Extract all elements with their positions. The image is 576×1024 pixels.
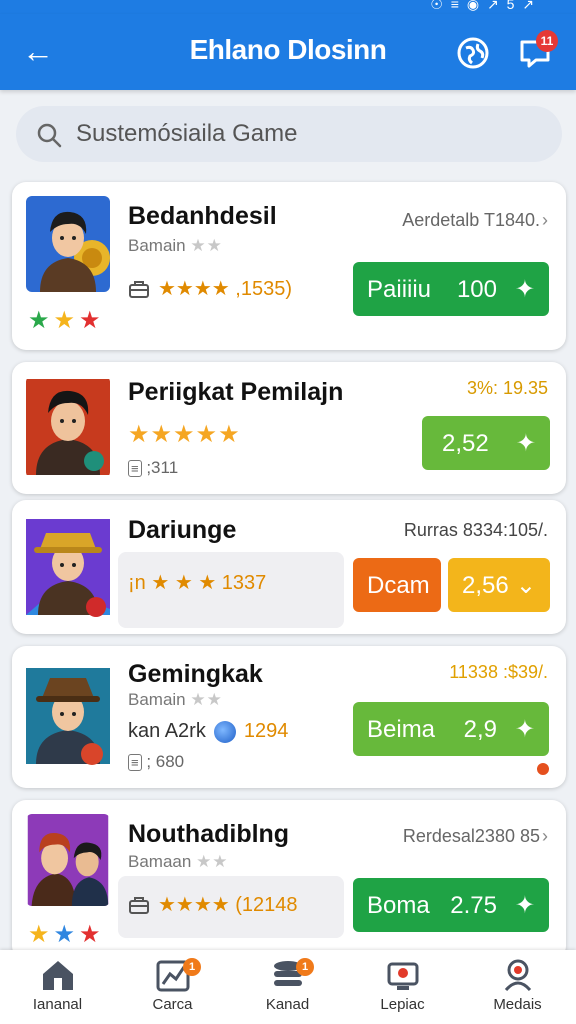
game-title: Bedanhdesil bbox=[128, 202, 277, 230]
game-card-1[interactable]: ★ ★ ★ Bedanhdesil Bamain ★★ Aerdetalb T184… bbox=[12, 182, 566, 350]
game-title: Dariunge bbox=[128, 516, 237, 544]
sparkle-icon: ✦ bbox=[514, 892, 535, 919]
search-icon bbox=[37, 123, 62, 148]
game-avatar-4 bbox=[26, 668, 110, 765]
game-title: Gemingkak bbox=[128, 660, 263, 688]
game-card-4[interactable]: Gemingkak Bamain ★★ 11338 :$39/. kan A2r… bbox=[12, 646, 566, 788]
nav-label: Kanad bbox=[265, 996, 310, 1013]
dcam-button[interactable]: Dcam bbox=[353, 558, 441, 612]
search-bar[interactable] bbox=[16, 106, 562, 162]
list-icon: ≡ bbox=[128, 460, 142, 477]
chevron-down-icon: ⌄ bbox=[515, 572, 536, 599]
nav-label: Iananal bbox=[32, 996, 83, 1013]
medal-icon bbox=[504, 959, 531, 992]
game-meta: ≡ ; 680 bbox=[128, 752, 184, 772]
app-bar: ← Ehlano Dlosinn 11 bbox=[0, 14, 576, 90]
game-avatar-2 bbox=[26, 379, 110, 475]
search-input[interactable] bbox=[76, 116, 536, 152]
game-right-info: 11338 :$39/. bbox=[449, 662, 548, 682]
game-stat: ★★★★ ,1535) bbox=[128, 276, 292, 301]
rating-badges: ★ ★ ★ bbox=[28, 921, 101, 948]
game-meta: ≡ ;311 bbox=[128, 458, 178, 478]
home-icon bbox=[42, 961, 73, 990]
game-card-3[interactable]: Dariunge Rurras 8334:105/. ¡n ★ ★ ★ 1337… bbox=[12, 500, 566, 634]
globe-icon[interactable] bbox=[456, 36, 490, 70]
nav-label: Lepiac bbox=[380, 996, 425, 1013]
nav-label: Medais bbox=[493, 996, 542, 1013]
bag-icon bbox=[129, 280, 149, 298]
play-button[interactable]: Beima 2,9 ✦ bbox=[353, 702, 549, 756]
game-card-5[interactable]: ★ ★ ★ Nouthadiblng Bamaan ★★ Rerdesal2380 … bbox=[12, 800, 566, 960]
nav-badge: 1 bbox=[183, 958, 201, 976]
value-dropdown-button[interactable]: 2,56 ⌄ bbox=[448, 558, 550, 612]
game-right-info: 3%: 19.35 bbox=[466, 378, 548, 398]
globe-badge-icon bbox=[213, 720, 236, 743]
notification-badge: 11 bbox=[536, 30, 558, 52]
game-stat: kan A2rk 1294 bbox=[128, 720, 289, 743]
sparkle-icon: ✦ bbox=[514, 716, 535, 743]
nav-home[interactable]: Iananal bbox=[0, 958, 115, 1013]
nav-badge: 1 bbox=[296, 958, 314, 976]
game-avatar-5 bbox=[27, 814, 109, 906]
list-icon: ≡ bbox=[128, 754, 142, 771]
game-card-2[interactable]: Periigkat Pemilajn 3%: 19.35 ★★★★★ ≡ ;31… bbox=[12, 362, 566, 494]
play-button[interactable]: 2,52 ✦ bbox=[422, 416, 550, 470]
game-stat: ¡n ★ ★ ★ 1337 bbox=[128, 572, 267, 594]
status-icons: ☉ ≡ ◉ ↗ 5 ↗ bbox=[430, 0, 536, 12]
play-button[interactable]: Paiiiiu 100 ✦ bbox=[353, 262, 549, 316]
nav-trophy[interactable]: Lepiac bbox=[345, 958, 460, 1013]
game-stars: ★★★★★ bbox=[128, 421, 241, 448]
alert-dot bbox=[534, 760, 552, 778]
status-bar: ☉ ≡ ◉ ↗ 5 ↗ bbox=[0, 0, 576, 14]
game-right-info: Rerdesal2380 85 › bbox=[402, 826, 548, 846]
game-right-info: Aerdetalb T1840. › bbox=[402, 210, 548, 230]
trophy-icon bbox=[387, 962, 418, 990]
play-button[interactable]: Boma 2.75 ✦ bbox=[353, 878, 549, 932]
nav-chart[interactable]: 1 Carca bbox=[115, 958, 230, 1013]
game-right-info: Rurras 8334:105/. bbox=[403, 520, 548, 540]
game-title: Periigkat Pemilajn bbox=[128, 378, 344, 406]
game-subtitle: Bamaan ★★ bbox=[128, 852, 229, 871]
nav-stack[interactable]: 1 Kanad bbox=[230, 958, 345, 1013]
bottom-nav: Iananal 1 Carca 1 Kanad Lepiac Medais bbox=[0, 950, 576, 1024]
sparkle-icon: ✦ bbox=[514, 276, 535, 303]
page-title: Ehlano Dlosinn bbox=[189, 34, 387, 65]
game-subtitle: Bamain ★★ bbox=[128, 690, 223, 709]
game-title: Nouthadiblng bbox=[128, 820, 290, 848]
rating-badges: ★ ★ ★ bbox=[28, 307, 101, 334]
bag-icon bbox=[129, 896, 149, 914]
sparkle-icon: ✦ bbox=[515, 430, 536, 457]
game-stat: ★★★★ (12148 bbox=[128, 892, 298, 917]
nav-label: Carca bbox=[152, 996, 193, 1013]
game-avatar-1 bbox=[26, 196, 110, 292]
back-arrow-icon[interactable]: ← bbox=[20, 34, 56, 70]
game-subtitle: Bamain ★★ bbox=[128, 236, 223, 255]
nav-medal[interactable]: Medais bbox=[460, 958, 575, 1013]
game-avatar-3 bbox=[26, 519, 110, 617]
